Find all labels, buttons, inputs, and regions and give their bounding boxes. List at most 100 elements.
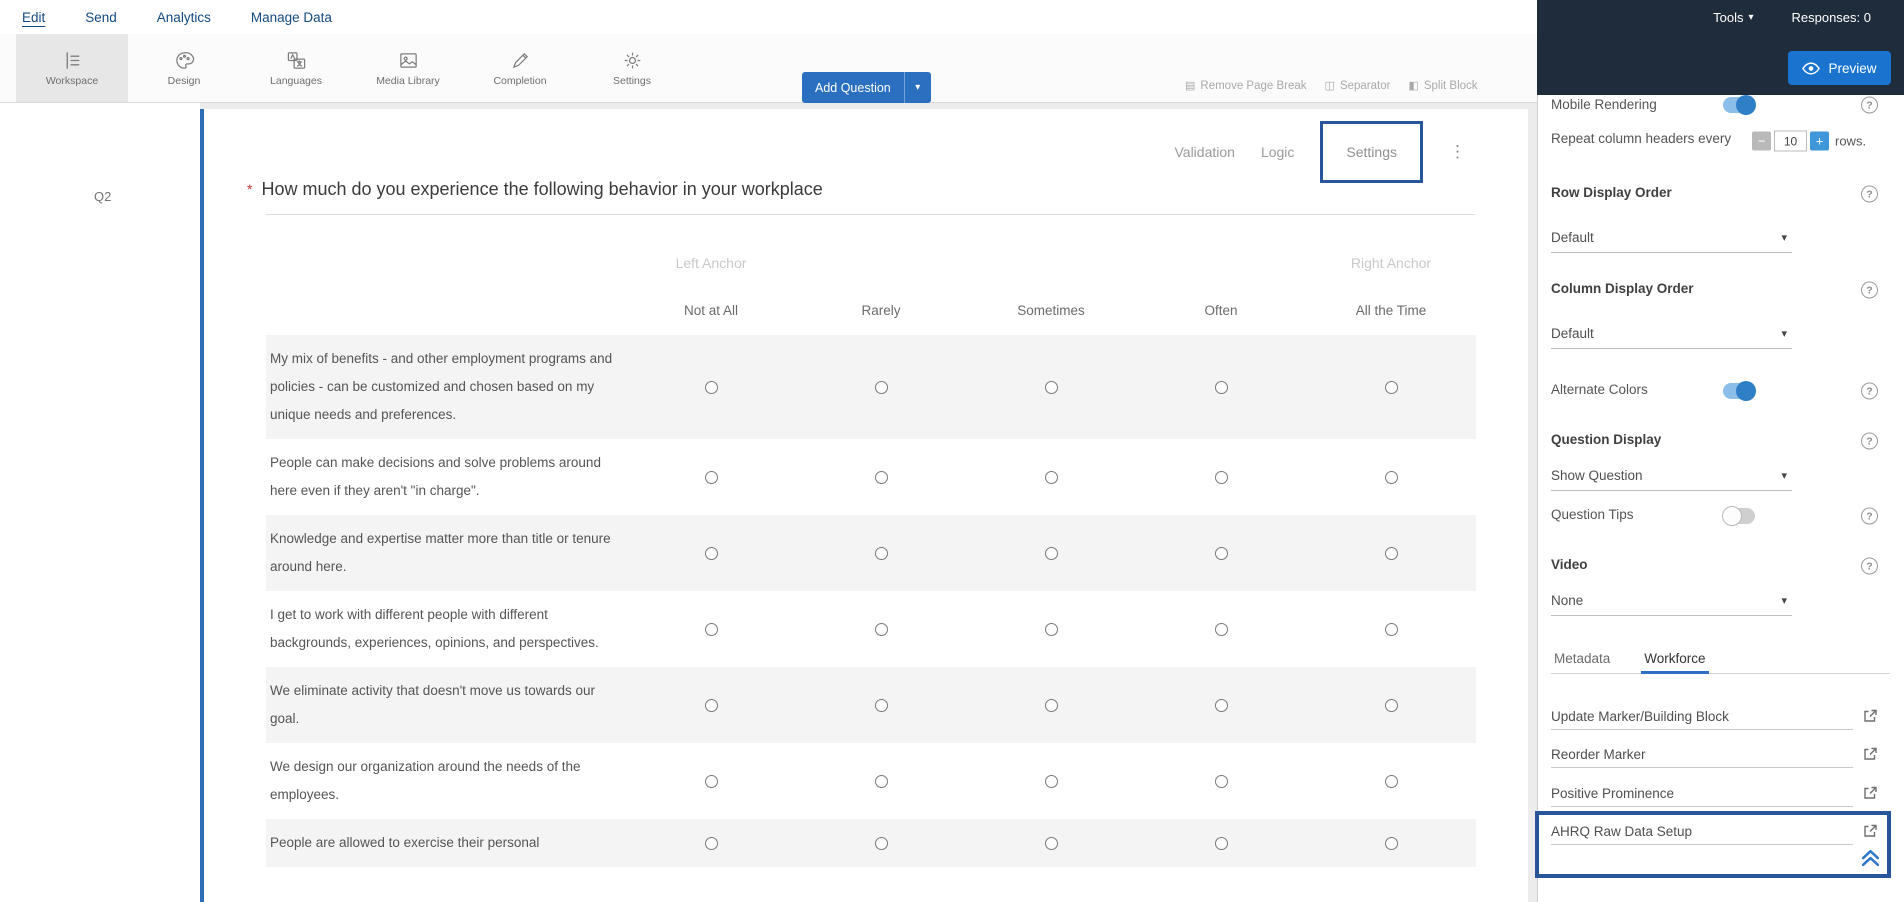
nav-item-edit[interactable]: Edit [22,10,45,25]
tab-logic[interactable]: Logic [1261,144,1294,160]
radio-button[interactable] [705,699,718,712]
workflow-link-reorder-marker[interactable]: Reorder Marker [1551,741,1853,768]
help-icon[interactable]: ? [1861,383,1878,400]
statement-text[interactable]: Knowledge and expertise matter more than… [266,515,626,591]
toolbar-item-workspace[interactable]: Workspace [16,34,128,102]
radio-cell [966,591,1136,667]
column-display-order-select[interactable]: Default ▾ [1551,319,1792,349]
row-display-order-select[interactable]: Default ▾ [1551,223,1792,253]
preview-button[interactable]: Preview [1788,51,1891,85]
radio-button[interactable] [705,775,718,788]
question-tips-toggle[interactable] [1723,508,1755,524]
radio-button[interactable] [705,547,718,560]
radio-button[interactable] [1045,837,1058,850]
statement-text[interactable]: People can make decisions and solve prob… [266,439,626,515]
external-link-icon[interactable] [1862,746,1878,762]
tab-settings[interactable]: Settings [1320,121,1423,183]
panel-tab-metadata[interactable]: Metadata [1551,643,1613,673]
statement-text[interactable]: We design our organization around the ne… [266,743,626,819]
radio-button[interactable] [875,837,888,850]
workflow-link-update-marker-building-block[interactable]: Update Marker/Building Block [1551,703,1853,730]
radio-button[interactable] [1215,471,1228,484]
question-tips-label: Question Tips [1551,507,1634,522]
faded-action-separator[interactable]: ◫Separator [1325,79,1391,92]
radio-button[interactable] [705,837,718,850]
radio-button[interactable] [705,623,718,636]
radio-button[interactable] [875,623,888,636]
statement-text[interactable]: I get to work with different people with… [266,591,626,667]
faded-action-split-block[interactable]: ◧Split Block [1408,79,1477,92]
radio-button[interactable] [1385,775,1398,788]
radio-button[interactable] [1045,471,1058,484]
radio-button[interactable] [875,775,888,788]
radio-button[interactable] [1385,623,1398,636]
more-options-icon[interactable]: ⋮ [1449,142,1466,162]
nav-item-manage-data[interactable]: Manage Data [251,10,332,25]
stepper-plus-button[interactable]: + [1810,132,1829,151]
external-link-icon[interactable] [1862,823,1878,839]
help-icon[interactable]: ? [1861,97,1878,114]
alternate-colors-toggle[interactable] [1723,383,1755,399]
stepper-suffix-label: rows. [1835,134,1866,149]
question-title[interactable]: How much do you experience the following… [261,179,822,200]
radio-button[interactable] [1215,775,1228,788]
help-icon[interactable]: ? [1861,558,1878,575]
radio-button[interactable] [1215,547,1228,560]
scale-point-label: Not at All [626,285,796,335]
radio-button[interactable] [1385,381,1398,394]
radio-button[interactable] [875,699,888,712]
collapse-panel-icon[interactable] [1860,848,1881,867]
radio-button[interactable] [1045,699,1058,712]
help-icon[interactable]: ? [1861,433,1878,450]
radio-button[interactable] [1045,381,1058,394]
radio-button[interactable] [705,471,718,484]
radio-button[interactable] [705,381,718,394]
radio-button[interactable] [1045,623,1058,636]
help-icon[interactable]: ? [1861,282,1878,299]
radio-button[interactable] [875,381,888,394]
radio-button[interactable] [1385,837,1398,850]
radio-button[interactable] [1215,381,1228,394]
add-question-caret[interactable]: ▾ [904,72,931,103]
radio-button[interactable] [875,547,888,560]
toolbar-item-completion[interactable]: Completion [464,34,576,102]
toolbar-item-settings[interactable]: Settings [576,34,688,102]
nav-item-analytics[interactable]: Analytics [157,10,211,25]
radio-button[interactable] [875,471,888,484]
stepper-minus-button[interactable]: − [1752,132,1771,151]
toolbar-item-languages[interactable]: Languages [240,34,352,102]
external-link-icon[interactable] [1862,785,1878,801]
radio-button[interactable] [1385,471,1398,484]
add-question-button[interactable]: Add Question [802,72,904,103]
video-select[interactable]: None ▾ [1551,586,1792,616]
question-display-select[interactable]: Show Question ▾ [1551,461,1792,491]
radio-button[interactable] [1215,837,1228,850]
radio-button[interactable] [1385,699,1398,712]
statement-text[interactable]: People are allowed to exercise their per… [266,819,626,867]
required-marker: * [247,181,252,200]
panel-tab-workforce[interactable]: Workforce [1641,643,1708,673]
toolbar-item-design[interactable]: Design [128,34,240,102]
stepper-value-field[interactable]: 10 [1774,131,1807,152]
help-icon[interactable]: ? [1861,508,1878,525]
radio-button[interactable] [1045,775,1058,788]
question-tips-row: Question Tips ? [1551,506,1878,526]
nav-item-send[interactable]: Send [85,10,117,25]
radio-cell [966,335,1136,439]
help-icon[interactable]: ? [1861,186,1878,203]
statement-text[interactable]: My mix of benefits - and other employmen… [266,335,626,439]
mobile-rendering-toggle[interactable] [1723,97,1755,113]
external-link-icon[interactable] [1862,708,1878,724]
split-block-icon: ◧ [1408,79,1418,92]
radio-button[interactable] [1215,699,1228,712]
statement-text[interactable]: We eliminate activity that doesn't move … [266,667,626,743]
toolbar-item-media-library[interactable]: Media Library [352,34,464,102]
tools-menu[interactable]: Tools ▾ [1713,10,1753,25]
workflow-link-positive-prominence[interactable]: Positive Prominence [1551,780,1853,807]
workflow-link-ahrq-raw-data-setup[interactable]: AHRQ Raw Data Setup [1551,818,1853,845]
radio-button[interactable] [1045,547,1058,560]
radio-button[interactable] [1385,547,1398,560]
radio-button[interactable] [1215,623,1228,636]
faded-action-remove-page-break[interactable]: ▤Remove Page Break [1185,79,1307,92]
tab-validation[interactable]: Validation [1174,144,1234,160]
